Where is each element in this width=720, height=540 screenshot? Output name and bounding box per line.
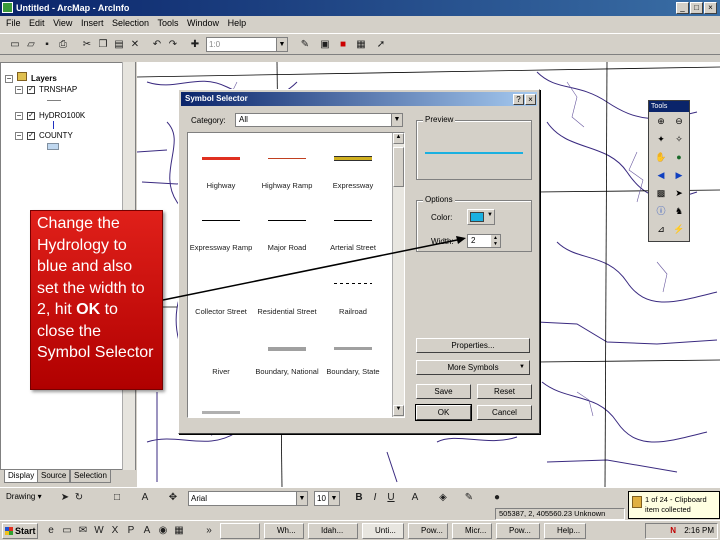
quicklaunch-excel-icon[interactable]: X — [108, 524, 122, 537]
italic-icon[interactable]: I — [368, 491, 382, 504]
clipboard-balloon[interactable]: 1 of 24 - Clipboard item collected — [628, 491, 720, 519]
taskbar-item[interactable]: Wh... — [264, 523, 304, 539]
status-bar: 505387, 2, 405560.23 Unknown — [0, 508, 720, 520]
instruction-callout: Change the Hydrology to blue and also se… — [30, 210, 163, 390]
taskbar-item[interactable]: Help... — [544, 523, 586, 539]
rectangle-icon[interactable]: □ — [110, 491, 124, 504]
select-elements-icon[interactable]: ➤ — [58, 491, 72, 504]
clock: 2:16 PM — [684, 526, 714, 535]
font-size-value: 10 — [317, 494, 326, 503]
quicklaunch-ppt-icon[interactable]: P — [124, 524, 138, 537]
drawing-toolbar: Drawing ▾ ➤ ↻ □ A ✥ Arial ▼ 10 ▼ B I U A… — [0, 487, 720, 508]
quicklaunch-access-icon[interactable]: A — [140, 524, 154, 537]
font-size-select[interactable]: 10 ▼ — [314, 491, 340, 506]
line-color-icon[interactable]: ✎ — [462, 491, 476, 504]
start-button[interactable]: Start — [2, 523, 38, 539]
bold-icon[interactable]: B — [352, 491, 366, 504]
start-label: Start — [15, 526, 36, 536]
drawing-menu-label: Drawing — [6, 492, 36, 501]
quicklaunch-outlook-icon[interactable]: ✉ — [76, 524, 90, 537]
quicklaunch-arcmap-icon[interactable]: ◉ — [156, 524, 170, 537]
quicklaunch-word-icon[interactable]: W — [92, 524, 106, 537]
windows-logo-icon — [5, 527, 13, 535]
text-icon[interactable]: A — [138, 491, 152, 504]
edit-vertices-icon[interactable]: ✥ — [166, 491, 180, 504]
drawing-menu[interactable]: Drawing ▾ — [6, 492, 42, 501]
fill-color-icon[interactable]: ◈ — [436, 491, 450, 504]
taskbar-item[interactable]: Pow... — [496, 523, 540, 539]
quicklaunch-catalog-icon[interactable]: ▦ — [172, 524, 186, 537]
taskbar-item-active[interactable]: Unti... — [362, 523, 404, 539]
system-tray: N 2:16 PM — [645, 523, 718, 539]
font-value: Arial — [191, 494, 208, 503]
balloon-line-1: 1 of 24 - Clipboard — [645, 495, 707, 504]
font-select[interactable]: Arial ▼ — [188, 491, 308, 506]
taskbar-item[interactable]: Idah... — [308, 523, 358, 539]
underline-icon[interactable]: U — [384, 491, 398, 504]
quicklaunch-desktop-icon[interactable]: ▭ — [60, 524, 74, 537]
taskbar-item[interactable]: Micr... — [452, 523, 492, 539]
marker-color-icon[interactable]: ● — [490, 491, 504, 504]
chevron-down-icon[interactable]: ▼ — [328, 492, 339, 505]
callout-emphasis: OK — [76, 301, 101, 318]
chevron-more-icon[interactable]: » — [202, 524, 216, 537]
coordinate-readout: 505387, 2, 405560.23 Unknown — [495, 508, 625, 520]
taskbar-item-folder[interactable] — [220, 523, 260, 539]
quicklaunch-ie-icon[interactable]: e — [44, 524, 58, 537]
antivirus-icon[interactable]: N — [670, 526, 676, 535]
taskbar-item[interactable]: Pow... — [408, 523, 448, 539]
balloon-line-2: item collected — [645, 505, 691, 514]
chevron-down-icon[interactable]: ▼ — [296, 492, 307, 505]
rotate-icon[interactable]: ↻ — [72, 491, 86, 504]
clipboard-icon — [632, 496, 642, 508]
taskbar: Start e ▭ ✉ W X P A ◉ ▦ » Wh... Idah... … — [0, 520, 720, 540]
font-color-icon[interactable]: A — [408, 491, 422, 504]
